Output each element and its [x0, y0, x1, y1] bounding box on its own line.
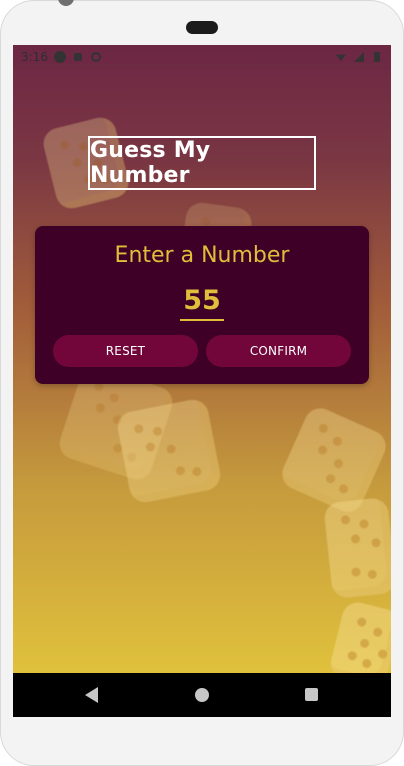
background-dice [327, 599, 391, 673]
status-bar: 3:16 [13, 45, 391, 69]
recent-apps-icon[interactable] [305, 688, 318, 701]
status-left-group: 3:16 [21, 50, 102, 64]
camera-dot [58, 0, 74, 6]
reset-button[interactable]: RESET [53, 335, 198, 367]
app-icon [72, 51, 84, 63]
home-icon[interactable] [195, 688, 209, 702]
background-dice [323, 496, 391, 600]
status-time: 3:16 [21, 50, 48, 64]
android-navigation-bar [13, 673, 391, 717]
number-input[interactable] [180, 281, 224, 321]
background-dice [115, 397, 223, 505]
battery-icon [371, 51, 383, 63]
page-title: Guess My Number [88, 136, 316, 190]
signal-icon [353, 51, 365, 63]
card-title: Enter a Number [114, 243, 290, 268]
confirm-button[interactable]: CONFIRM [206, 335, 351, 367]
phone-device-frame: 3:16 Guess My Number Enter a Number RESE… [0, 0, 404, 766]
earpiece-speaker [186, 21, 218, 34]
app-icon [90, 51, 102, 63]
back-icon[interactable] [85, 687, 98, 703]
status-right-group [335, 51, 383, 63]
app-icon [53, 51, 66, 63]
app-screen: 3:16 Guess My Number Enter a Number RESE… [13, 45, 391, 673]
number-input-card: Enter a Number RESET CONFIRM [35, 226, 369, 384]
wifi-icon [335, 51, 347, 63]
